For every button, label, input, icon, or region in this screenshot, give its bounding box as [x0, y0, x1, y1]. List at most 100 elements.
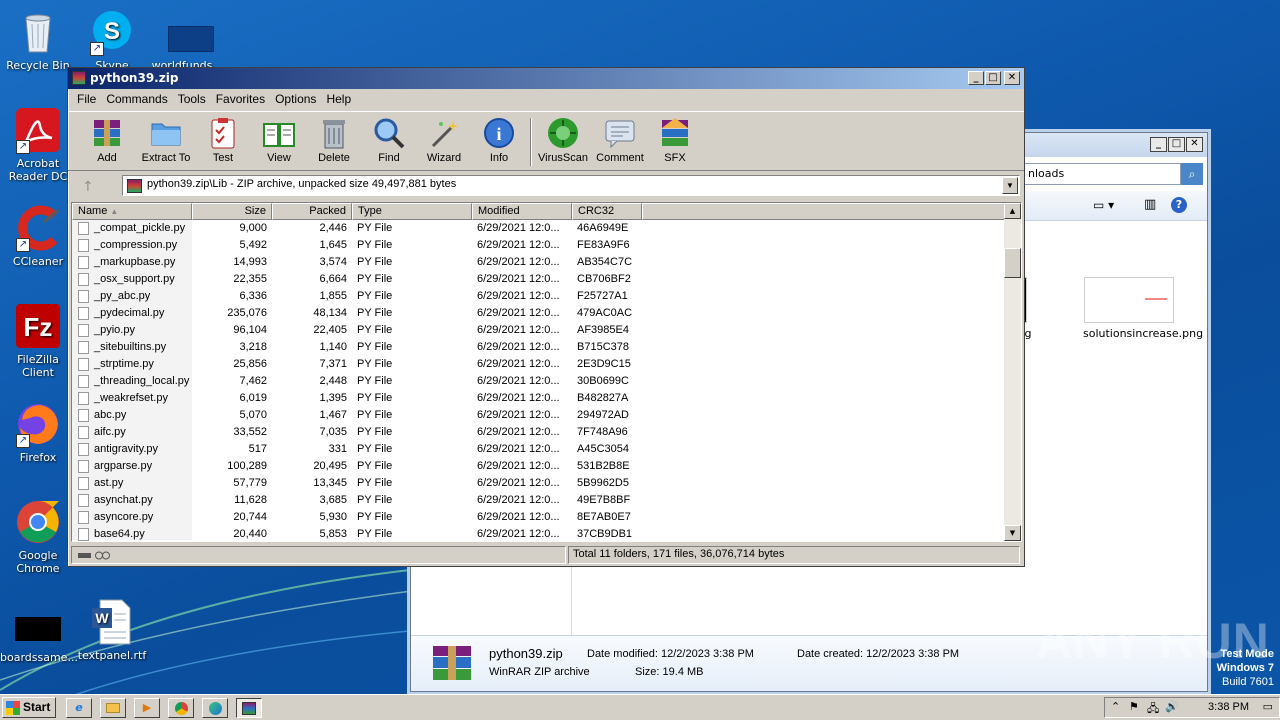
- archive-path-field[interactable]: python39.zip\Lib - ZIP archive, unpacked…: [122, 175, 1020, 196]
- desktop-icon-filezilla[interactable]: Fz FileZilla Client: [0, 302, 76, 379]
- edge-icon[interactable]: [202, 698, 228, 718]
- close-button[interactable]: ✕: [1004, 71, 1020, 85]
- menu-favorites[interactable]: Favorites: [211, 92, 270, 106]
- desktop-icon-ccleaner[interactable]: ↗ CCleaner: [0, 204, 76, 268]
- winrar-taskbar-button[interactable]: [236, 698, 262, 718]
- table-row[interactable]: antigravity.py 517 331 PY File 6/29/2021 12:…: [72, 441, 1002, 458]
- table-row[interactable]: _osx_support.py 22,355 6,664 PY File 6/29/20…: [72, 271, 1002, 288]
- menu-bar: File Commands Tools Favorites Options He…: [68, 89, 1024, 109]
- search-icon[interactable]: ⌕: [1181, 163, 1203, 185]
- table-row[interactable]: _compression.py 5,492 1,645 PY File 6/29/202…: [72, 237, 1002, 254]
- winrar-window[interactable]: python39.zip _ □ ✕ File Commands Tools F…: [67, 67, 1025, 567]
- find-button[interactable]: Find: [359, 116, 419, 164]
- network-icon[interactable]: 🖧: [1147, 700, 1159, 719]
- table-row[interactable]: _compat_pickle.py 9,000 2,446 PY File 6/29/2…: [72, 220, 1002, 237]
- table-row[interactable]: asyncore.py 20,744 5,930 PY File 6/29/2021 1…: [72, 509, 1002, 526]
- desktop-icon-worldfunds[interactable]: worldfunds: [144, 8, 220, 72]
- column-header-size[interactable]: Size: [192, 203, 272, 220]
- table-row[interactable]: _weakrefset.py 6,019 1,395 PY File 6/29/2021…: [72, 390, 1002, 407]
- scroll-down-icon[interactable]: ▼: [1004, 525, 1021, 541]
- help-icon[interactable]: ?: [1171, 197, 1187, 213]
- desktop-icon-acrobat[interactable]: ↗ Acrobat Reader DC: [0, 106, 76, 183]
- preview-pane-icon[interactable]: ▥: [1144, 197, 1156, 212]
- details-modified: Date modified: 12/2/2023 3:38 PM: [587, 648, 754, 660]
- minimize-button[interactable]: _: [968, 71, 984, 85]
- desktop-icon-firefox[interactable]: ↗ Firefox: [0, 400, 76, 464]
- file-size-cell: 14,993: [233, 256, 267, 268]
- scrollbar-thumb[interactable]: [1004, 248, 1021, 278]
- menu-commands[interactable]: Commands: [101, 92, 172, 106]
- table-row[interactable]: argparse.py 100,289 20,495 PY File 6/29/2021…: [72, 458, 1002, 475]
- menu-options[interactable]: Options: [270, 92, 321, 106]
- internet-explorer-icon[interactable]: e: [66, 698, 92, 718]
- view-button[interactable]: View: [249, 116, 309, 164]
- table-row[interactable]: aifc.py 33,552 7,035 PY File 6/29/2021 12:0.…: [72, 424, 1002, 441]
- table-row[interactable]: _pydecimal.py 235,076 48,134 PY File 6/29/20…: [72, 305, 1002, 322]
- table-row[interactable]: _threading_local.py 7,462 2,448 PY File 6/29…: [72, 373, 1002, 390]
- test-button[interactable]: Test: [193, 116, 253, 164]
- file-crc-cell: B482827A: [577, 392, 629, 404]
- table-row[interactable]: ast.py 57,779 13,345 PY File 6/29/2021 12:0.…: [72, 475, 1002, 492]
- file-tile[interactable]: solutionsincrease.png: [1083, 277, 1203, 340]
- column-header-crc32[interactable]: CRC32: [572, 203, 642, 220]
- file-crc-cell: 2E3D9C15: [577, 358, 631, 370]
- sfx-button[interactable]: SFX: [645, 116, 705, 164]
- volume-icon[interactable]: 🔊: [1165, 700, 1179, 713]
- desktop-icon-label: FileZilla Client: [17, 353, 59, 379]
- close-button[interactable]: ✕: [1186, 137, 1203, 152]
- menu-help[interactable]: Help: [321, 92, 356, 106]
- start-button[interactable]: Start: [2, 697, 56, 718]
- chevron-down-icon[interactable]: ▼: [1002, 177, 1018, 194]
- menu-file[interactable]: File: [72, 92, 101, 106]
- explorer-address-bar[interactable]: nloads: [1023, 163, 1181, 185]
- table-row[interactable]: _py_abc.py 6,336 1,855 PY File 6/29/2021 12:…: [72, 288, 1002, 305]
- menu-tools[interactable]: Tools: [173, 92, 211, 106]
- desktop-icon-label: Recycle Bin: [6, 59, 70, 72]
- info-button[interactable]: i Info: [469, 116, 529, 164]
- scroll-up-icon[interactable]: ▲: [1004, 203, 1021, 219]
- desktop-icon-textpanel[interactable]: W textpanel.rtf: [74, 598, 150, 662]
- file-icon: [14, 608, 62, 656]
- table-row[interactable]: base64.py 20,440 5,853 PY File 6/29/2021 12:…: [72, 526, 1002, 541]
- wizard-button[interactable]: Wizard: [414, 116, 474, 164]
- vertical-scrollbar[interactable]: ▲ ▼: [1004, 203, 1021, 541]
- chrome-taskbar-icon[interactable]: [168, 698, 194, 718]
- clock[interactable]: 3:38 PM: [1208, 701, 1249, 713]
- table-row[interactable]: abc.py 5,070 1,467 PY File 6/29/2021 12:0...…: [72, 407, 1002, 424]
- desktop-icon-skype[interactable]: S ↗ Skype: [74, 8, 150, 72]
- view-options-icon[interactable]: ▭ ▾: [1093, 198, 1114, 212]
- table-row[interactable]: _sitebuiltins.py 3,218 1,140 PY File 6/29/20…: [72, 339, 1002, 356]
- desktop-icon-boardssame[interactable]: boardssame...: [0, 608, 78, 664]
- up-folder-icon[interactable]: ↑: [82, 179, 94, 195]
- file-explorer-icon[interactable]: [100, 698, 126, 718]
- toolbar-label: View: [267, 152, 291, 164]
- table-row[interactable]: _strptime.py 25,856 7,371 PY File 6/29/2021 …: [72, 356, 1002, 373]
- file-list[interactable]: Name ▲ Size Packed Type Modified CRC32 _…: [71, 202, 1022, 542]
- column-header-name[interactable]: Name ▲: [72, 203, 192, 220]
- maximize-button[interactable]: □: [1168, 137, 1185, 152]
- column-header-packed[interactable]: Packed: [272, 203, 352, 220]
- minimize-button[interactable]: _: [1150, 137, 1167, 152]
- media-player-icon[interactable]: ▶: [134, 698, 160, 718]
- column-headers: Name ▲ Size Packed Type Modified CRC32: [72, 203, 1005, 220]
- delete-button[interactable]: Delete: [304, 116, 364, 164]
- comment-button[interactable]: Comment: [590, 116, 650, 164]
- action-center-icon[interactable]: ⚑: [1129, 700, 1139, 713]
- comment-icon: [603, 116, 637, 150]
- desktop-icon-chrome[interactable]: Google Chrome: [0, 498, 76, 575]
- test-clipboard-icon: [206, 116, 240, 150]
- maximize-button[interactable]: □: [985, 71, 1001, 85]
- show-hidden-icons-icon[interactable]: ⌃: [1111, 700, 1120, 713]
- table-row[interactable]: asynchat.py 11,628 3,685 PY File 6/29/2021 1…: [72, 492, 1002, 509]
- extract-to-button[interactable]: Extract To: [136, 116, 196, 164]
- column-header-modified[interactable]: Modified: [472, 203, 572, 220]
- desktop-icon-recycle-bin[interactable]: Recycle Bin: [0, 8, 76, 72]
- show-desktop-icon[interactable]: ▭: [1263, 700, 1273, 713]
- add-button[interactable]: Add: [77, 116, 137, 164]
- table-row[interactable]: _markupbase.py 14,993 3,574 PY File 6/29/202…: [72, 254, 1002, 271]
- file-name-cell: antigravity.py: [72, 441, 192, 458]
- virusscan-button[interactable]: VirusScan: [533, 116, 593, 164]
- table-row[interactable]: _pyio.py 96,104 22,405 PY File 6/29/2021 12:…: [72, 322, 1002, 339]
- column-header-type[interactable]: Type: [352, 203, 472, 220]
- winrar-titlebar[interactable]: python39.zip _ □ ✕: [68, 68, 1024, 89]
